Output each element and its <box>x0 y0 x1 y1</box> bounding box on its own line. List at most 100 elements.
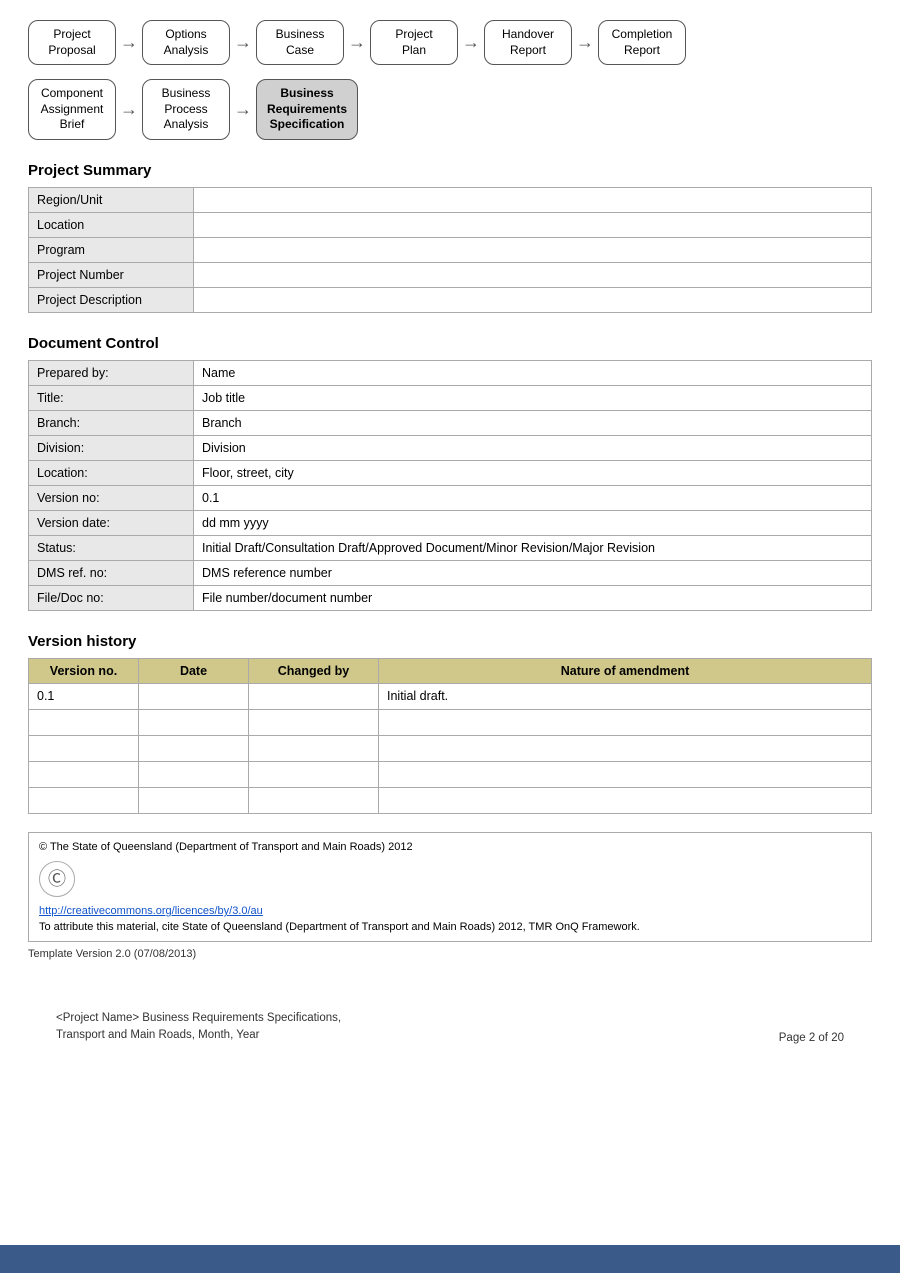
label-location-dc: Location: <box>29 460 194 485</box>
table-row: Title: Job title <box>29 385 872 410</box>
flow-box-project-proposal: ProjectProposal <box>28 20 116 65</box>
th-version-no: Version no. <box>29 658 139 683</box>
bottom-left: <Project Name> Business Requirements Spe… <box>56 1010 341 1045</box>
arrow-6: → <box>120 99 138 120</box>
table-row: Version no: 0.1 <box>29 485 872 510</box>
copyright-text: © The State of Queensland (Department of… <box>39 841 861 853</box>
version-no-3 <box>29 735 139 761</box>
project-summary-title: Project Summary <box>28 162 872 179</box>
table-row: Location <box>29 212 872 237</box>
table-row: File/Doc no: File number/document number <box>29 585 872 610</box>
label-status: Status: <box>29 535 194 560</box>
arrow-4: → <box>462 32 480 53</box>
flow-box-business-requirements: BusinessRequirementsSpecification <box>256 79 358 140</box>
label-project-description: Project Description <box>29 287 194 312</box>
value-version-date: dd mm yyyy <box>194 510 872 535</box>
th-changed-by: Changed by <box>249 658 379 683</box>
th-date: Date <box>139 658 249 683</box>
version-no-2 <box>29 709 139 735</box>
label-dms-ref: DMS ref. no: <box>29 560 194 585</box>
value-prepared-by: Name <box>194 360 872 385</box>
table-row <box>29 761 872 787</box>
value-file-doc: File number/document number <box>194 585 872 610</box>
value-program <box>194 237 872 262</box>
label-location: Location <box>29 212 194 237</box>
attribution-text: To attribute this material, cite State o… <box>39 921 861 933</box>
label-version-date: Version date: <box>29 510 194 535</box>
version-no-5 <box>29 787 139 813</box>
value-branch: Branch <box>194 410 872 435</box>
table-row: Version date: dd mm yyyy <box>29 510 872 535</box>
document-control-title: Document Control <box>28 335 872 352</box>
label-version-no: Version no: <box>29 485 194 510</box>
changed-by-1 <box>249 683 379 709</box>
label-title: Title: <box>29 385 194 410</box>
arrow-7: → <box>234 99 252 120</box>
flow-diagram-2: ComponentAssignmentBrief → BusinessProce… <box>28 79 872 140</box>
bottom-line1: <Project Name> Business Requirements Spe… <box>56 1010 341 1027</box>
flow-box-business-case: BusinessCase <box>256 20 344 65</box>
arrow-2: → <box>234 32 252 53</box>
date-4 <box>139 761 249 787</box>
cc-link[interactable]: http://creativecommons.org/licences/by/3… <box>39 905 861 917</box>
table-row: Project Description <box>29 287 872 312</box>
value-dms-ref: DMS reference number <box>194 560 872 585</box>
value-division: Division <box>194 435 872 460</box>
changed-by-5 <box>249 787 379 813</box>
label-project-number: Project Number <box>29 262 194 287</box>
table-row: Location: Floor, street, city <box>29 460 872 485</box>
changed-by-4 <box>249 761 379 787</box>
flow-box-completion-report: CompletionReport <box>598 20 686 65</box>
value-location <box>194 212 872 237</box>
date-1 <box>139 683 249 709</box>
changed-by-3 <box>249 735 379 761</box>
arrow-1: → <box>120 32 138 53</box>
table-row: Division: Division <box>29 435 872 460</box>
table-row <box>29 735 872 761</box>
amendment-1: Initial draft. <box>379 683 872 709</box>
bottom-bar <box>0 1245 900 1273</box>
document-control-table: Prepared by: Name Title: Job title Branc… <box>28 360 872 611</box>
label-prepared-by: Prepared by: <box>29 360 194 385</box>
version-no-1: 0.1 <box>29 683 139 709</box>
th-amendment: Nature of amendment <box>379 658 872 683</box>
page-number: Page 2 of 20 <box>779 1032 844 1044</box>
table-row: Project Number <box>29 262 872 287</box>
label-branch: Branch: <box>29 410 194 435</box>
value-version-no: 0.1 <box>194 485 872 510</box>
table-row: Program <box>29 237 872 262</box>
amendment-3 <box>379 735 872 761</box>
table-row: Region/Unit <box>29 187 872 212</box>
date-3 <box>139 735 249 761</box>
arrow-3: → <box>348 32 366 53</box>
version-history-title: Version history <box>28 633 872 650</box>
label-file-doc: File/Doc no: <box>29 585 194 610</box>
date-2 <box>139 709 249 735</box>
label-program: Program <box>29 237 194 262</box>
date-5 <box>139 787 249 813</box>
footer-box: © The State of Queensland (Department of… <box>28 832 872 942</box>
flow-box-handover-report: HandoverReport <box>484 20 572 65</box>
flow-box-options-analysis: OptionsAnalysis <box>142 20 230 65</box>
value-title: Job title <box>194 385 872 410</box>
label-region: Region/Unit <box>29 187 194 212</box>
arrow-5: → <box>576 32 594 53</box>
amendment-4 <box>379 761 872 787</box>
version-history-table: Version no. Date Changed by Nature of am… <box>28 658 872 814</box>
bottom-content: <Project Name> Business Requirements Spe… <box>28 1010 872 1045</box>
flow-diagram-1: ProjectProposal → OptionsAnalysis → Busi… <box>28 20 872 65</box>
table-row: Branch: Branch <box>29 410 872 435</box>
bottom-line2: Transport and Main Roads, Month, Year <box>56 1027 341 1044</box>
table-header-row: Version no. Date Changed by Nature of am… <box>29 658 872 683</box>
template-version: Template Version 2.0 (07/08/2013) <box>28 948 872 960</box>
amendment-5 <box>379 787 872 813</box>
label-division: Division: <box>29 435 194 460</box>
value-region <box>194 187 872 212</box>
table-row: 0.1 Initial draft. <box>29 683 872 709</box>
version-no-4 <box>29 761 139 787</box>
flow-box-component-assignment: ComponentAssignmentBrief <box>28 79 116 140</box>
value-project-description <box>194 287 872 312</box>
table-row: DMS ref. no: DMS reference number <box>29 560 872 585</box>
table-row <box>29 709 872 735</box>
project-summary-table: Region/Unit Location Program Project Num… <box>28 187 872 313</box>
